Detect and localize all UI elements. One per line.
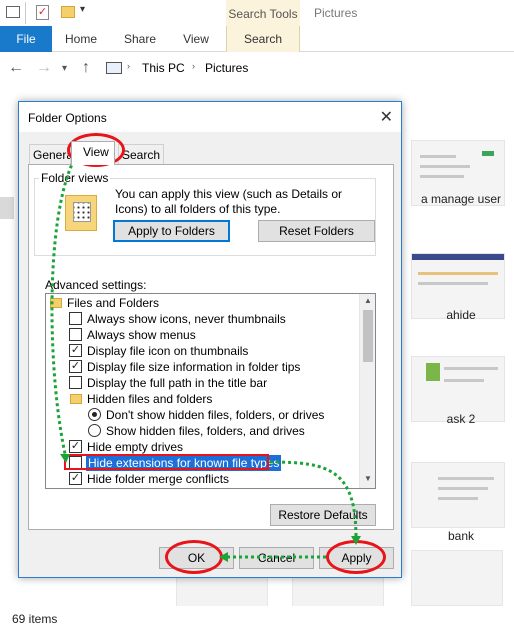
- tree-item-label: Hide folder merge conflicts: [87, 472, 230, 486]
- tree-item-label: Display the full path in the title bar: [87, 376, 268, 390]
- back-arrow-icon[interactable]: ←: [8, 59, 24, 77]
- tab-search[interactable]: Search: [226, 26, 300, 52]
- tree-item-checkbox[interactable]: Always show menus: [46, 327, 356, 343]
- tree-item-label: Hide empty drives: [87, 440, 184, 454]
- explorer-title-bar: ✓ ▾ Search Tools Pictures: [0, 0, 514, 26]
- tree-item-radio[interactable]: Show hidden files, folders, and drives: [46, 423, 356, 439]
- tree-item-label: Hidden files and folders: [87, 392, 213, 406]
- ribbon-tabs: File Home Share View Search: [0, 26, 514, 52]
- breadcrumb-separator: ›: [127, 61, 130, 71]
- tree-item-label: Display file icon on thumbnails: [87, 344, 249, 358]
- folder-views-description: You can apply this view (such as Details…: [115, 187, 343, 216]
- radio-unselected[interactable]: [88, 424, 101, 437]
- tab-home[interactable]: Home: [56, 26, 106, 52]
- thumbnail-partial[interactable]: [411, 550, 503, 606]
- tab-view[interactable]: View: [172, 26, 220, 52]
- breadcrumb-this-pc[interactable]: This PC: [142, 61, 185, 75]
- breadcrumb-pictures[interactable]: Pictures: [205, 61, 248, 75]
- tree-item-checkbox[interactable]: ✓ Hide empty drives: [46, 439, 356, 455]
- tab-view[interactable]: View: [71, 141, 115, 165]
- separator: [25, 2, 26, 24]
- window-title: Pictures: [314, 6, 358, 20]
- thumbnail-bank[interactable]: [411, 462, 505, 528]
- restore-defaults-button[interactable]: Restore Defaults: [270, 504, 376, 526]
- tree-item-label: Files and Folders: [67, 296, 160, 310]
- tree-scrollbar[interactable]: ▲ ▼: [359, 294, 375, 488]
- scroll-down-icon[interactable]: ▼: [364, 474, 372, 483]
- tree-item-checkbox[interactable]: Display the full path in the title bar: [46, 375, 356, 391]
- tab-search[interactable]: Search: [118, 144, 164, 164]
- breadcrumb-separator: ›: [192, 61, 195, 71]
- checkbox-unchecked[interactable]: [69, 328, 82, 341]
- annotation-box-hide-extensions: [64, 454, 269, 470]
- checkmark-document-icon[interactable]: ✓: [36, 5, 49, 20]
- tree-item-files-and-folders[interactable]: Files and Folders: [46, 295, 356, 311]
- tree-item-label: Show hidden files, folders, and drives: [106, 424, 305, 438]
- item-count: 69 items: [12, 612, 58, 626]
- advanced-settings-label: Advanced settings:: [45, 278, 147, 292]
- cancel-button[interactable]: Cancel: [239, 547, 314, 569]
- checkbox-checked[interactable]: ✓: [69, 360, 82, 373]
- dialog-title-bar: Folder Options ✕: [19, 102, 401, 132]
- tree-item-checkbox[interactable]: ✓ Hide folder merge conflicts: [46, 471, 356, 487]
- scroll-thumb[interactable]: [363, 310, 373, 362]
- this-pc-icon: [106, 62, 122, 74]
- thumbnail-label: a manage user: [420, 192, 502, 206]
- up-arrow-icon[interactable]: ↑: [82, 59, 90, 77]
- tab-file[interactable]: File: [0, 26, 52, 52]
- apply-button[interactable]: Apply: [319, 547, 394, 569]
- address-bar: ← → ▾ ↑ › This PC › Pictures: [0, 53, 514, 83]
- tree-item-label: Always show icons, never thumbnails: [87, 312, 286, 326]
- thumbnail-label: ahide: [446, 308, 476, 322]
- tree-item-checkbox[interactable]: Always show icons, never thumbnails: [46, 311, 356, 327]
- thumbnail-label: bank: [447, 529, 475, 543]
- nav-pane-selected-item[interactable]: [0, 197, 14, 219]
- tab-general[interactable]: General: [29, 144, 71, 164]
- properties-icon[interactable]: [6, 6, 20, 18]
- new-folder-icon[interactable]: [61, 6, 75, 18]
- checkbox-unchecked[interactable]: [69, 312, 82, 325]
- checkbox-checked[interactable]: ✓: [69, 440, 82, 453]
- folder-icon: [50, 298, 62, 308]
- close-icon[interactable]: ✕: [380, 107, 393, 127]
- search-tools-context-label: Search Tools: [226, 0, 300, 26]
- tree-item-radio[interactable]: Don't show hidden files, folders, or dri…: [46, 407, 356, 423]
- ok-button[interactable]: OK: [159, 547, 234, 569]
- checkbox-checked[interactable]: ✓: [69, 472, 82, 485]
- tree-item-checkbox[interactable]: ✓ Display file icon on thumbnails: [46, 343, 356, 359]
- tree-item-checkbox[interactable]: ✓ Display file size information in folde…: [46, 359, 356, 375]
- folder-options-dialog: Folder Options ✕ General View Search Fol…: [18, 101, 402, 578]
- thumbnail-label: ask 2: [446, 412, 476, 426]
- tab-share[interactable]: Share: [114, 26, 166, 52]
- checkbox-checked[interactable]: ✓: [69, 344, 82, 357]
- reset-folders-button[interactable]: Reset Folders: [258, 220, 375, 242]
- tree-item-label: Always show menus: [87, 328, 196, 342]
- folder-views-legend: Folder views: [39, 171, 111, 185]
- dialog-title: Folder Options: [28, 111, 107, 125]
- tree-item-label: Display file size information in folder …: [87, 360, 301, 374]
- folder-icon: [70, 394, 82, 404]
- radio-selected[interactable]: [88, 408, 101, 421]
- recent-locations-icon[interactable]: ▾: [62, 63, 67, 74]
- checkbox-unchecked[interactable]: [69, 376, 82, 389]
- tree-item-hidden-files[interactable]: Hidden files and folders: [46, 391, 356, 407]
- forward-arrow-icon[interactable]: →: [36, 59, 52, 77]
- status-bar: 69 items: [0, 606, 514, 630]
- scroll-up-icon[interactable]: ▲: [364, 296, 372, 305]
- customize-toolbar-icon[interactable]: ▾: [80, 4, 85, 22]
- folder-views-icon: [65, 195, 97, 231]
- tree-item-label: Don't show hidden files, folders, or dri…: [106, 408, 325, 422]
- apply-to-folders-button[interactable]: Apply to Folders: [113, 220, 230, 242]
